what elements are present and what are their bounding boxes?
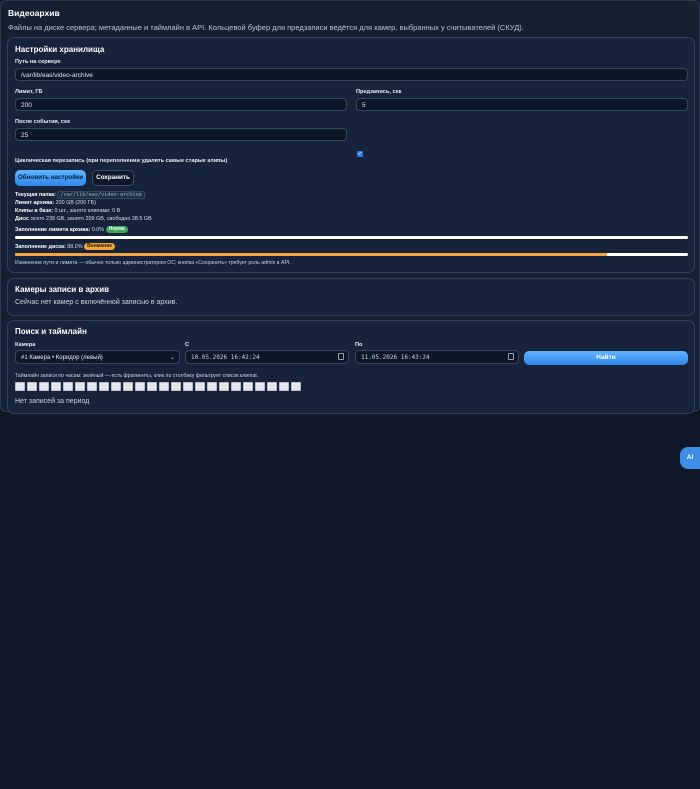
timeline-hour-slot[interactable] [279,382,289,391]
timeline-hour-slot[interactable] [87,382,97,391]
archive-fill-line: Заполнение лимита архива: 0.0% Норма [15,226,128,233]
ai-assistant-button[interactable]: AI [680,447,700,469]
archive-limit-line: Лимит архива: 200 GB (200 ГБ) [15,200,96,206]
to-datetime-input[interactable]: 11.05.2026 16:43:24 [355,350,519,364]
prerecord-label: Предзапись, сек [356,89,402,95]
save-button[interactable]: Сохранить [92,170,134,186]
status-badge-warning: Внимание [84,243,116,250]
disk-fill-line: Заполнение диска: 88.0% Внимание [15,243,116,250]
limit-label: Лимит, ГБ [15,89,43,95]
disk-fill-bar-fill [15,253,608,256]
from-datetime-input[interactable]: 10.05.2026 16:42:24 [185,350,349,364]
archive-cameras-title: Камеры записи в архив [15,285,110,294]
archive-cameras-empty: Сейчас нет камер с включённой записью в … [15,299,178,306]
calendar-icon[interactable] [508,353,514,360]
timeline-hour-slot[interactable] [135,382,145,391]
hourly-timeline [15,382,301,391]
status-badge-normal: Норма [105,226,128,233]
timeline-hour-slot[interactable] [231,382,241,391]
no-records-text: Нет записей за период [15,398,90,405]
timeline-hour-slot[interactable] [39,382,49,391]
prerecord-input[interactable]: 5 [356,98,688,111]
timeline-hour-slot[interactable] [159,382,169,391]
path-label: Путь на сервере [15,59,61,65]
timeline-hour-slot[interactable] [123,382,133,391]
timeline-hour-slot[interactable] [171,382,181,391]
search-timeline-card: Поиск и таймлайн Камера #1 Камера • Кори… [7,320,695,414]
camera-select[interactable]: #1 Камера • Коридор (левый) ⌄ [15,350,180,364]
camera-label: Камера [15,342,36,348]
timeline-hour-slot[interactable] [15,382,25,391]
timeline-hour-slot[interactable] [267,382,277,391]
timeline-hour-slot[interactable] [51,382,61,391]
timeline-hour-slot[interactable] [147,382,157,391]
post-event-label: После события, сек [15,119,70,125]
timeline-hour-slot[interactable] [183,382,193,391]
timeline-hour-slot[interactable] [195,382,205,391]
storage-settings-title: Настройки хранилища [15,45,105,54]
timeline-hour-slot[interactable] [27,382,37,391]
limit-input[interactable]: 200 [15,98,347,111]
cyclic-overwrite-label: Циклическая перезапись (при переполнении… [15,158,228,164]
page-title: Видеоархив [8,8,60,18]
find-button[interactable]: Найти [524,351,688,365]
timeline-hour-slot[interactable] [75,382,85,391]
to-label: По [355,342,363,348]
timeline-hour-slot[interactable] [63,382,73,391]
calendar-icon[interactable] [338,353,344,360]
refresh-settings-button[interactable]: Обновить настройки [15,170,86,186]
archive-cameras-card: Камеры записи в архив Сейчас нет камер с… [7,278,695,316]
timeline-hour-slot[interactable] [99,382,109,391]
storage-settings-card: Настройки хранилища Путь на сервере /var… [7,37,695,273]
timeline-hour-slot[interactable] [207,382,217,391]
archive-fill-bar [15,236,688,239]
storage-note: Изменение пути и лимита — обычно только … [15,260,291,266]
current-folder-line: Текущая папка: /var/lib/eas/video-archiv… [15,191,145,199]
timeline-hour-slot[interactable] [243,382,253,391]
disk-fill-bar [15,253,688,256]
timeline-hour-slot[interactable] [111,382,121,391]
search-timeline-title: Поиск и таймлайн [15,327,87,336]
from-label: С [185,342,190,348]
current-folder-value: /var/lib/eas/video-archive [57,191,145,199]
page-subtitle: Файлы на диске сервера; метаданные и тай… [8,23,524,32]
cyclic-overwrite-checkbox[interactable]: ✓ [357,151,363,157]
timeline-hour-slot[interactable] [291,382,301,391]
clips-line: Клипы в базе: 0 шт., занято клипами: 0 B [15,208,121,214]
video-archive-page: Видеоархив Файлы на диске сервера; метад… [0,0,700,414]
timeline-hour-slot[interactable] [219,382,229,391]
chevron-down-icon: ⌄ [169,355,175,361]
timeline-hint: Таймлайн записи по часам: зелёный — есть… [15,373,259,379]
path-input[interactable]: /var/lib/eas/video-archive [15,68,688,81]
disk-line: Диск: всего 238 GB, занято 209 GB, свобо… [15,216,152,222]
timeline-hour-slot[interactable] [255,382,265,391]
post-event-input[interactable]: 25 [15,128,347,141]
